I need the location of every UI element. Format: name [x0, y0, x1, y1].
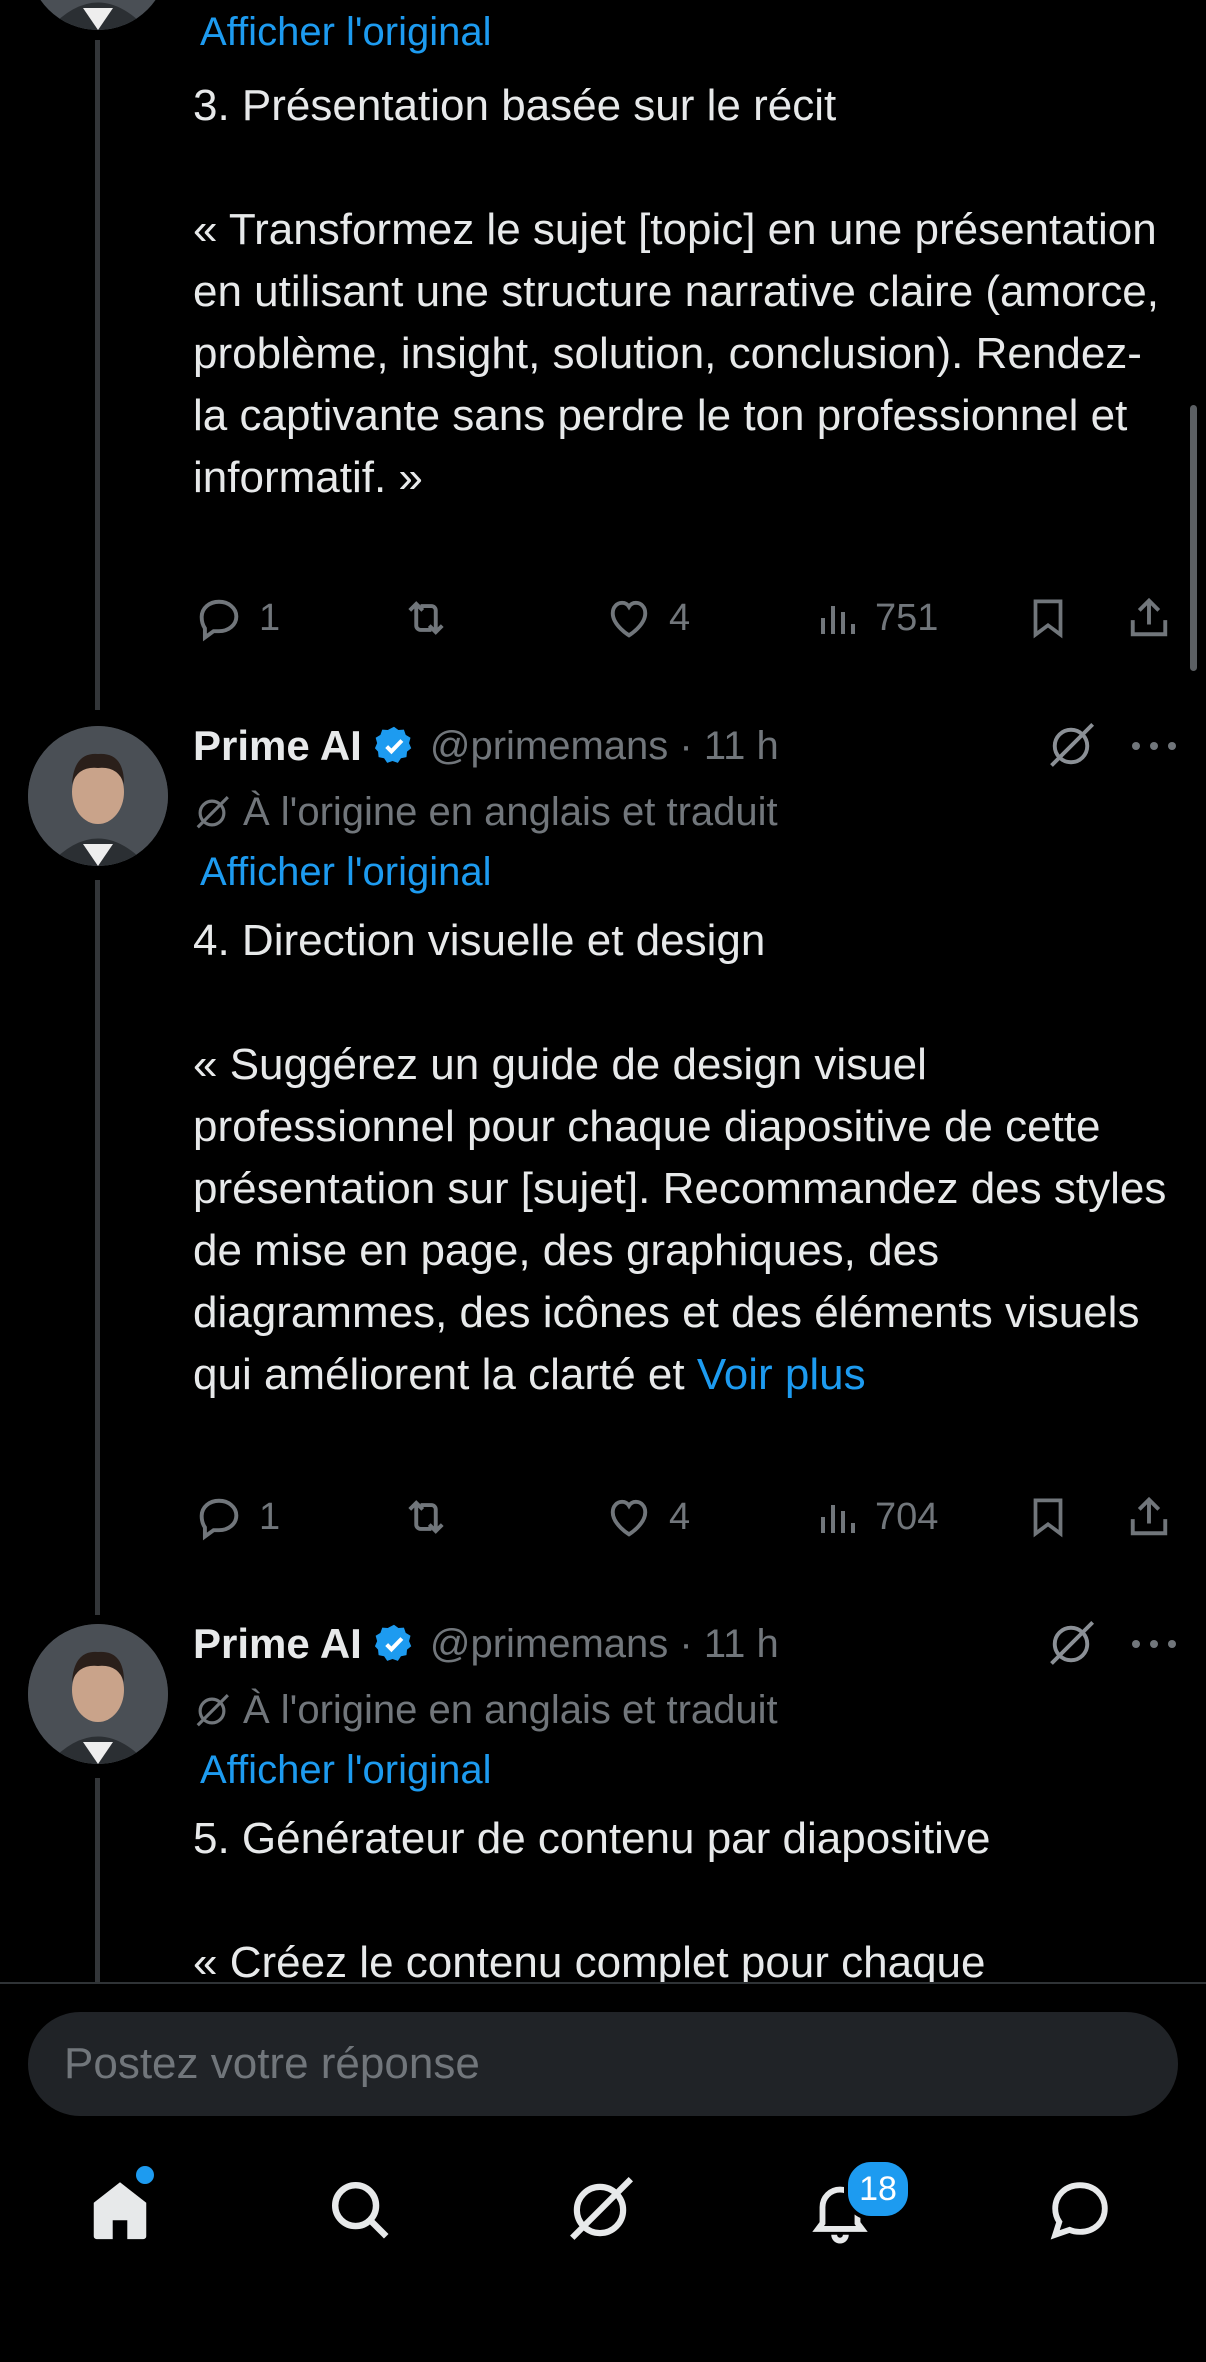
thread-line	[95, 880, 100, 1615]
tweet-text: 4. Direction visuelle et design « Suggér…	[193, 910, 1173, 1406]
translated-text: À l'origine en anglais et traduit	[243, 790, 778, 834]
reply-button[interactable]: 1	[193, 588, 280, 648]
grok-icon	[570, 2176, 634, 2240]
home-icon	[93, 2182, 147, 2240]
author-name[interactable]: Prime AI	[193, 722, 362, 770]
reply-button[interactable]: 1	[193, 1487, 280, 1547]
views-count: 704	[875, 1495, 939, 1538]
translated-text: À l'origine en anglais et traduit	[243, 1688, 778, 1732]
grok-icon	[1050, 1620, 1095, 1665]
retweet-button[interactable]	[398, 1487, 468, 1547]
views-button[interactable]: 751	[813, 588, 938, 648]
author-handle[interactable]: @primemans · 11 h	[430, 1622, 779, 1667]
tweet-text: 3. Présentation basée sur le récit « Tra…	[193, 75, 1173, 509]
heart-icon	[610, 600, 648, 638]
see-more-link[interactable]: Voir plus	[697, 1350, 866, 1399]
views-icon	[821, 606, 855, 634]
grok-icon	[196, 1693, 229, 1726]
tweet-body-text: « Créez le contenu complet pour chaque	[193, 1938, 986, 1982]
tweet-header: Prime AI @primemans · 11 h	[193, 1617, 779, 1671]
tweet-title: 3. Présentation basée sur le récit	[193, 81, 837, 130]
notifications-badge: 18	[844, 2158, 912, 2220]
author-handle[interactable]: @primemans · 11 h	[430, 724, 779, 769]
avatar[interactable]	[28, 726, 168, 866]
heart-icon	[610, 1499, 648, 1537]
thread-line	[95, 1778, 100, 1982]
show-original-link[interactable]: Afficher l'original	[200, 1748, 491, 1793]
share-button[interactable]	[1123, 588, 1189, 648]
reply-count: 1	[259, 596, 281, 639]
bookmark-button[interactable]	[1023, 588, 1087, 648]
avatar[interactable]	[28, 0, 168, 30]
reply-icon	[199, 1498, 239, 1541]
show-original-link[interactable]: Afficher l'original	[200, 10, 491, 55]
timeline: Afficher l'original 3. Présentation basé…	[0, 0, 1206, 1982]
more-button[interactable]	[1124, 719, 1184, 773]
reply-icon	[199, 599, 239, 642]
more-icon	[1132, 742, 1176, 750]
views-button[interactable]: 704	[813, 1487, 938, 1547]
tweet-body-text: « Transformez le sujet [topic] en une pr…	[193, 205, 1159, 502]
like-count: 4	[669, 596, 691, 639]
tweet-body-text: « Suggérez un guide de design visuel pro…	[193, 1040, 1167, 1399]
retweet-icon	[408, 601, 444, 635]
verified-badge-icon	[374, 726, 412, 763]
translated-note: À l'origine en anglais et traduit	[193, 790, 778, 835]
author-name[interactable]: Prime AI	[193, 1620, 362, 1668]
grok-icon	[1050, 722, 1095, 767]
avatar[interactable]	[28, 1624, 168, 1764]
more-button[interactable]	[1124, 1617, 1184, 1671]
scrollbar[interactable]	[1190, 405, 1197, 671]
grok-button[interactable]	[1044, 719, 1098, 773]
tweet-actions: 1 4 704	[193, 1487, 1183, 1547]
bookmark-icon	[1033, 1498, 1063, 1538]
tweet-header: Prime AI @primemans · 11 h	[193, 719, 779, 773]
chat-icon	[1050, 2182, 1108, 2240]
tweet-title: 5. Générateur de contenu par diapositive	[193, 1814, 991, 1863]
nav-search[interactable]	[320, 2170, 400, 2250]
like-count: 4	[669, 1495, 691, 1538]
reply-input[interactable]: Postez votre réponse	[28, 2012, 1178, 2116]
like-button[interactable]: 4	[603, 1487, 690, 1547]
translated-note: À l'origine en anglais et traduit	[193, 1688, 778, 1733]
verified-badge-icon	[374, 1624, 412, 1661]
home-notification-dot	[136, 2166, 154, 2184]
grok-icon	[196, 795, 229, 828]
retweet-icon	[408, 1500, 444, 1534]
grok-button[interactable]	[1044, 1617, 1098, 1671]
share-icon	[1130, 597, 1168, 637]
nav-grok[interactable]	[560, 2170, 640, 2250]
views-count: 751	[875, 596, 939, 639]
tweet-actions: 1 4 751	[193, 588, 1183, 648]
share-button[interactable]	[1123, 1487, 1189, 1547]
bookmark-icon	[1033, 599, 1063, 639]
nav-messages[interactable]	[1040, 2170, 1120, 2250]
show-original-link[interactable]: Afficher l'original	[200, 850, 491, 895]
share-icon	[1130, 1496, 1168, 1536]
thread-line	[95, 40, 100, 710]
tweet-text: 5. Générateur de contenu par diapositive…	[193, 1808, 1173, 1982]
reply-count: 1	[259, 1495, 281, 1538]
like-button[interactable]: 4	[603, 588, 690, 648]
retweet-button[interactable]	[398, 588, 468, 648]
more-icon	[1132, 1640, 1176, 1648]
tweet-title: 4. Direction visuelle et design	[193, 916, 766, 965]
search-icon	[332, 2182, 389, 2239]
views-icon	[821, 1505, 855, 1533]
bookmark-button[interactable]	[1023, 1487, 1087, 1547]
